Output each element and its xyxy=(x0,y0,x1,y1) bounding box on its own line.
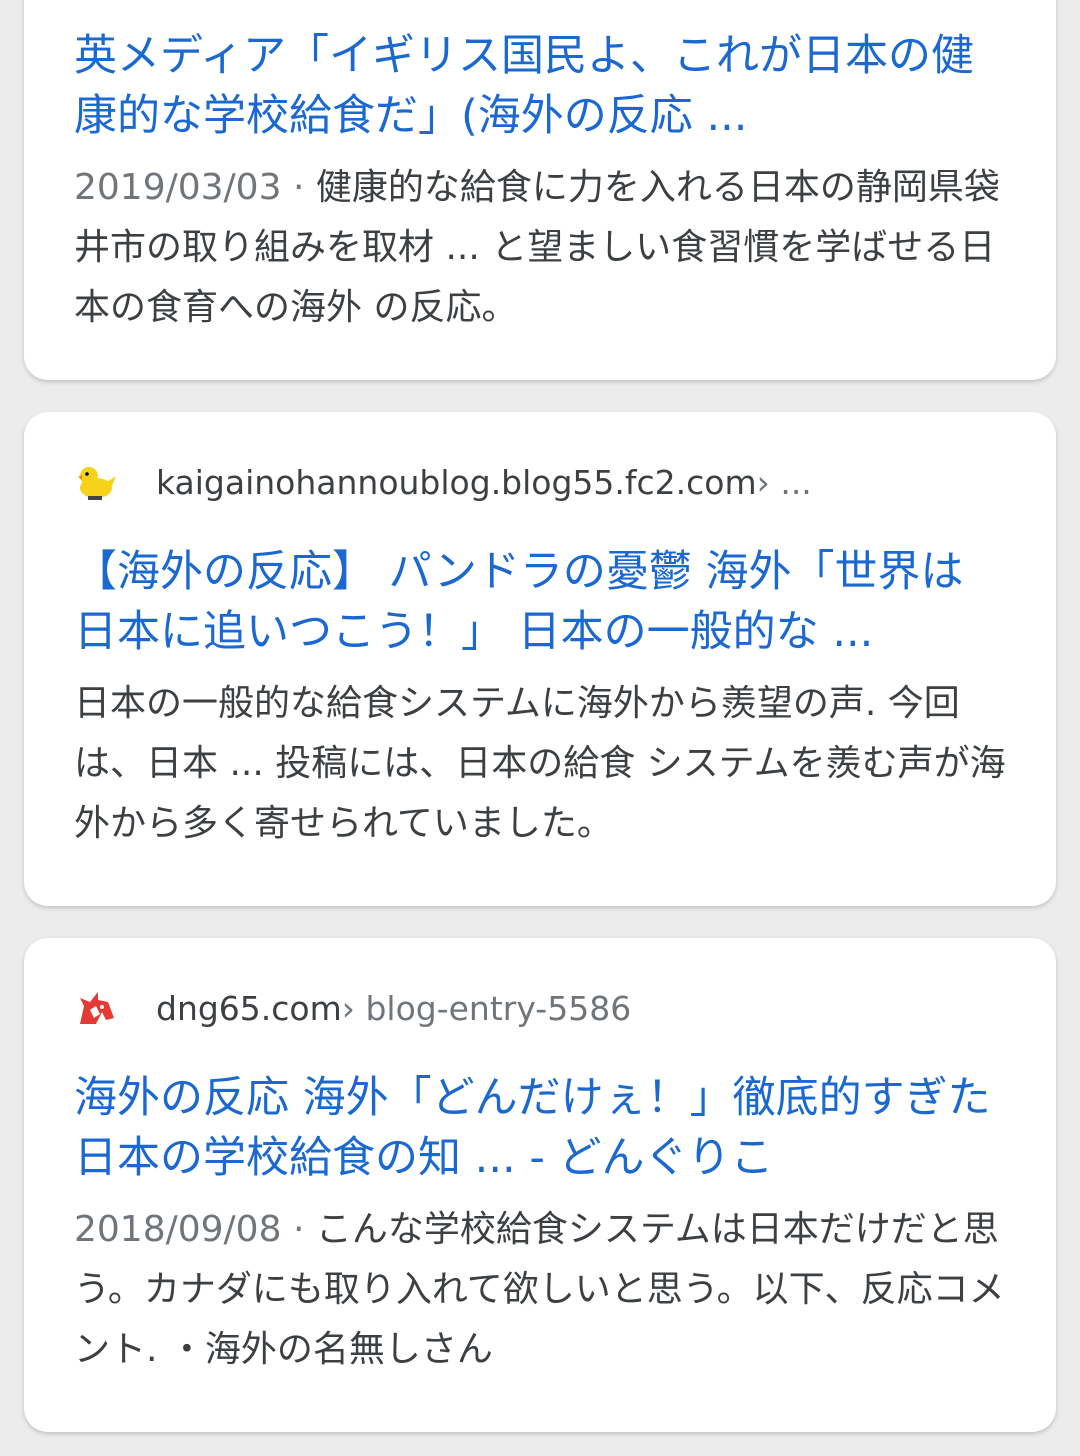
result-date: 2019/03/03 xyxy=(74,167,282,208)
search-result-card: 英メディア「イギリス国民よ、これが日本の健康的な学校給食だ」(海外の反応 ...… xyxy=(24,0,1056,380)
date-separator: · xyxy=(281,167,316,208)
result-title-link[interactable]: 【海外の反応】 パンドラの憂鬱 海外「世界は日本に追いつこう！」 日本の一般的な… xyxy=(74,542,1006,662)
result-title-link[interactable]: 英メディア「イギリス国民よ、これが日本の健康的な学校給食だ」(海外の反応 ... xyxy=(74,26,1006,146)
unicorn-icon xyxy=(74,988,118,1028)
result-source[interactable]: kaigainohannoublog.blog55.fc2.com › ... xyxy=(74,462,1006,502)
date-separator: · xyxy=(281,1209,316,1250)
search-result-card: dng65.com › blog-entry-5586 海外の反応 海外「どんだ… xyxy=(24,938,1056,1432)
result-snippet-text: 日本の一般的な給食システムに海外から羨望の声. 今回は、日本 ... 投稿には、… xyxy=(74,683,1006,844)
result-date: 2018/09/08 xyxy=(74,1209,282,1250)
result-snippet: 2018/09/08 · こんな学校給食システムは日本だけだと思う。カナダにも取… xyxy=(74,1200,1006,1380)
result-source-path: › blog-entry-5586 xyxy=(341,988,632,1028)
search-result-card: kaigainohannoublog.blog55.fc2.com › ... … xyxy=(24,412,1056,906)
duck-icon xyxy=(74,462,118,502)
result-source-path: › ... xyxy=(756,462,812,502)
result-title-link[interactable]: 海外の反応 海外「どんだけぇ！」徹底的すぎた日本の学校給食の知 ... - どん… xyxy=(74,1068,1006,1188)
result-source[interactable]: dng65.com › blog-entry-5586 xyxy=(74,988,1006,1028)
result-snippet: 2019/03/03 · 健康的な給食に力を入れる日本の静岡県袋井市の取り組みを… xyxy=(74,158,1006,338)
result-source-url: dng65.com xyxy=(156,988,342,1028)
result-snippet: 日本の一般的な給食システムに海外から羨望の声. 今回は、日本 ... 投稿には、… xyxy=(74,674,1006,854)
search-results-page: 英メディア「イギリス国民よ、これが日本の健康的な学校給食だ」(海外の反応 ...… xyxy=(0,0,1080,1456)
result-source-url: kaigainohannoublog.blog55.fc2.com xyxy=(156,462,757,502)
